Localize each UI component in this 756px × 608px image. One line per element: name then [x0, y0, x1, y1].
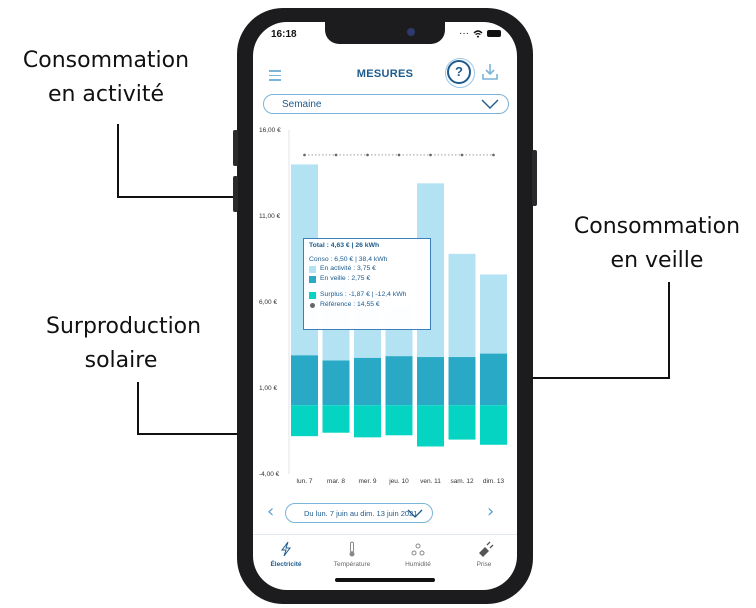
y-tick-label: 16,00 €: [259, 127, 281, 134]
bar-surplus: [448, 405, 476, 440]
tooltip-total: Total : 4,63 € | 26 kWh: [309, 242, 380, 249]
camera-icon: [407, 28, 415, 36]
power-button: [532, 150, 537, 206]
tab-electricite[interactable]: Électricité: [253, 541, 319, 568]
chevron-down-icon: [407, 509, 423, 518]
y-tick-label: 1,00 €: [259, 385, 277, 392]
bar-en-veille: [291, 355, 318, 406]
x-tick-label: mer. 9: [358, 478, 376, 485]
volume-button: [233, 176, 238, 212]
bar-surplus: [417, 405, 444, 447]
legend-swatch: [309, 275, 316, 283]
x-tick-label: dim. 13: [483, 478, 505, 485]
x-tick-label: lun. 7: [297, 478, 313, 485]
leader-line: [668, 282, 670, 378]
bar-surplus: [480, 405, 507, 445]
notch: [325, 22, 445, 44]
x-tick-label: sam. 12: [450, 478, 474, 485]
bar-surplus: [322, 405, 350, 433]
range-navigation: ‹ Du lun. 7 juin au dim. 13 juin 2021 ›: [261, 502, 511, 524]
next-week-button[interactable]: ›: [487, 502, 494, 522]
download-icon[interactable]: [481, 62, 499, 82]
bar-surplus: [354, 405, 381, 438]
tab-temperature[interactable]: Température: [319, 541, 385, 568]
battery-icon: [487, 30, 501, 37]
app-screen: 16:18 ··· MESURES ? Semaine 16,00 € 11,00…: [253, 22, 517, 590]
tooltip-conso: Conso : 6,50 € | 38,4 kWh: [309, 256, 388, 263]
legend-swatch: [309, 265, 316, 273]
bar-en-veille: [354, 357, 381, 406]
tooltip-row-surplus: Surplus : -1,87 € | -12,4 kWh: [309, 290, 425, 300]
tooltip-row-activite: En activité : 3,75 €: [309, 264, 425, 274]
bar-en-veille: [322, 360, 350, 406]
status-time: 16:18: [271, 29, 297, 40]
bar-surplus: [291, 405, 318, 437]
droplets-icon: [411, 543, 425, 556]
bar-en-veille: [448, 357, 476, 406]
x-tick-label: ven. 11: [420, 478, 441, 485]
signal-icon: ···: [459, 28, 469, 39]
prev-week-button[interactable]: ‹: [267, 502, 274, 522]
y-tick-label: 11,00 €: [259, 213, 281, 220]
bar-en-veille: [417, 357, 444, 406]
legend-swatch: [309, 291, 316, 299]
date-range-select[interactable]: Du lun. 7 juin au dim. 13 juin 2021: [285, 503, 433, 523]
y-tick-label: -4,00 €: [259, 471, 280, 478]
plug-icon: [479, 541, 494, 557]
callout-consommation-activite: Consommation en activité: [22, 48, 190, 107]
bar-en-activite: [480, 274, 507, 354]
status-icons: ···: [459, 28, 501, 39]
bar-en-veille: [385, 356, 413, 406]
reference-point: [492, 153, 495, 157]
bar-en-veille: [480, 353, 507, 406]
x-tick-label: mar. 8: [327, 478, 345, 485]
lightning-icon: [281, 541, 291, 557]
home-indicator: [335, 578, 435, 582]
tooltip-row-reference: Référence : 14,55 €: [309, 300, 425, 310]
leader-line: [137, 382, 139, 434]
period-select[interactable]: Semaine: [263, 94, 509, 114]
thermometer-icon: [349, 541, 355, 557]
help-button[interactable]: ?: [445, 58, 475, 88]
legend-dot: [310, 302, 315, 308]
date-range-label: Du lun. 7 juin au dim. 13 juin 2021: [304, 509, 418, 518]
tab-prise[interactable]: Prise: [451, 541, 517, 568]
stage: Consommation en activité Consommation en v…: [0, 0, 756, 608]
bar-en-activite: [448, 253, 476, 358]
tooltip-row-veille: En veille : 2,75 €: [309, 274, 425, 284]
x-tick-label: jeu. 10: [388, 478, 409, 485]
bar-surplus: [385, 405, 413, 436]
page-title: MESURES: [356, 68, 414, 80]
period-value: Semaine: [282, 99, 322, 110]
volume-button: [233, 130, 238, 166]
tab-humidite[interactable]: Humidité: [385, 541, 451, 568]
callout-consommation-veille: Consommation en veille: [573, 214, 741, 273]
y-tick-label: 6,00 €: [259, 299, 277, 306]
leader-line: [117, 124, 119, 198]
chevron-down-icon: [481, 99, 499, 109]
callout-surproduction-solaire: Surproduction solaire: [46, 314, 202, 373]
wifi-icon: [473, 29, 483, 38]
chart-tooltip: Total : 4,63 € | 26 kWh Conso : 6,50 € |…: [303, 238, 431, 330]
